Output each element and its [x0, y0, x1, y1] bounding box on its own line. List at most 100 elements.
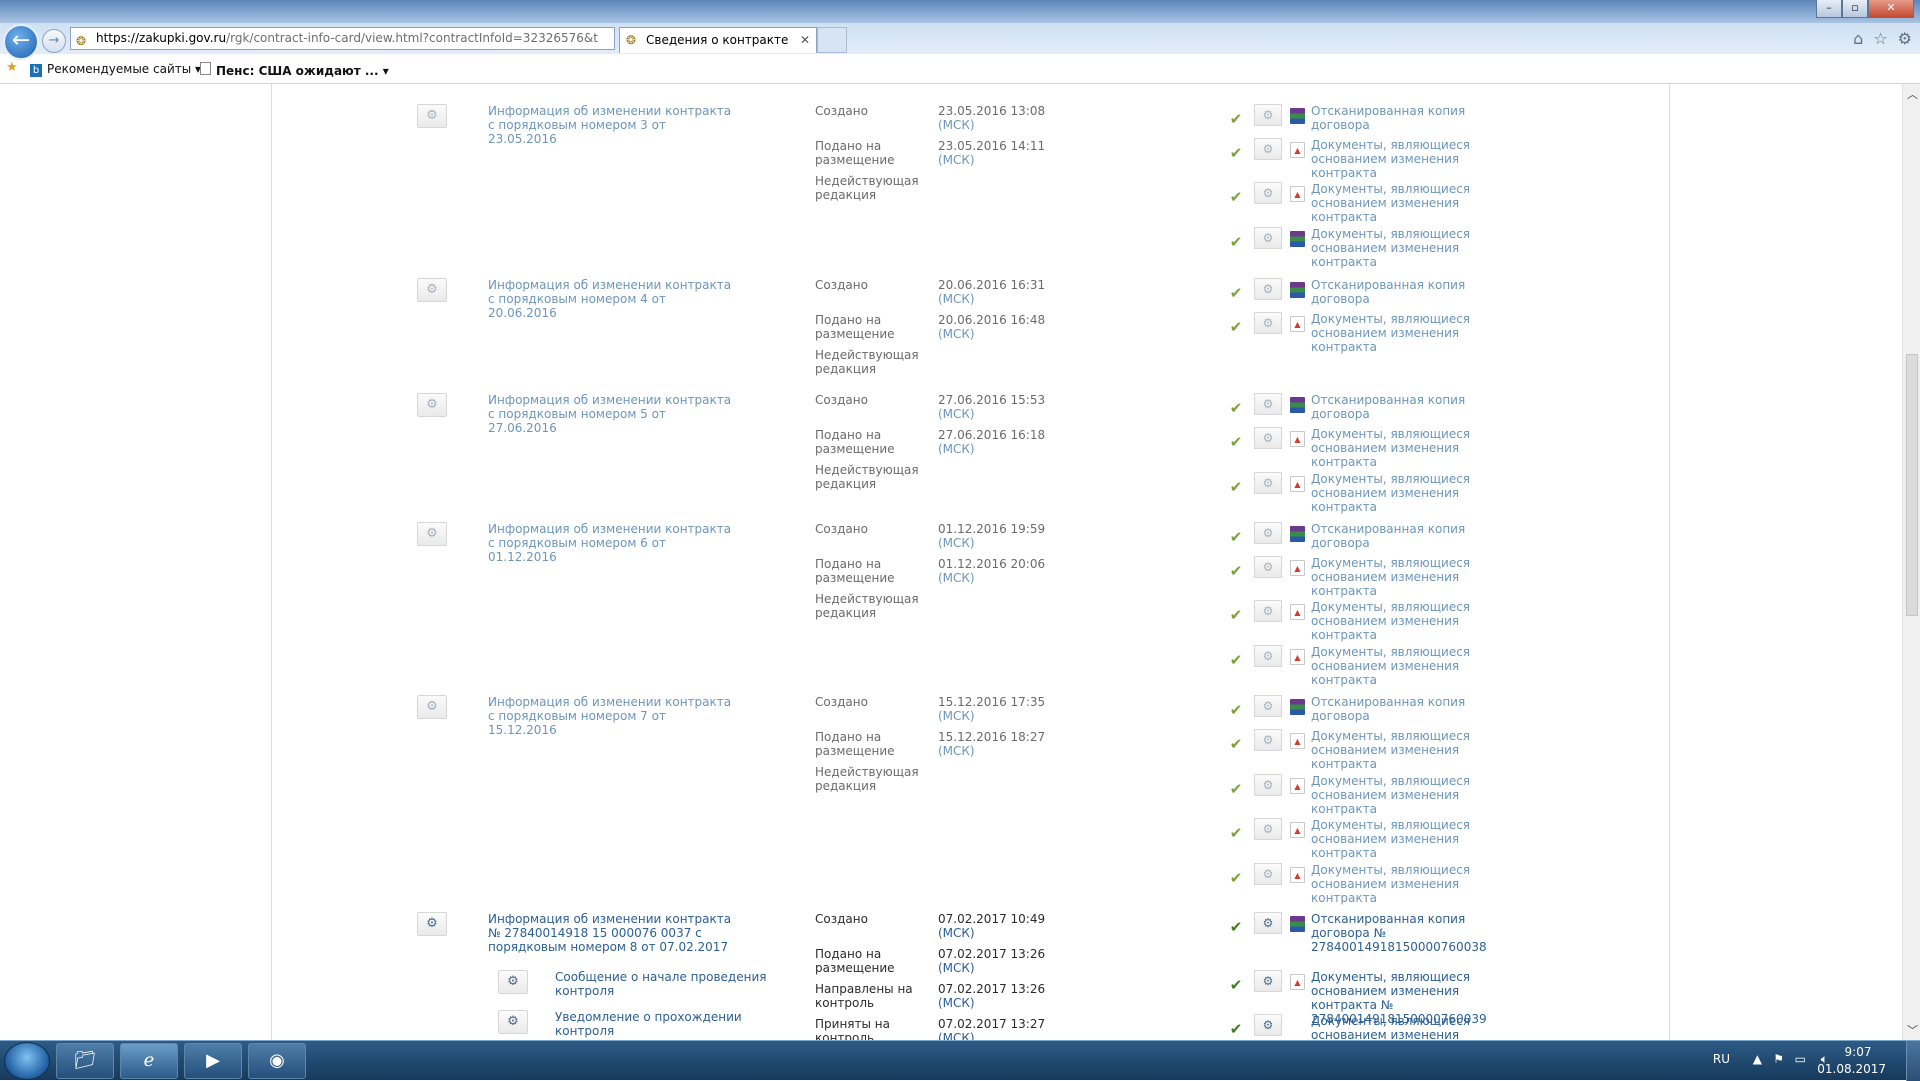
tab-close-icon[interactable]: ✕ — [800, 28, 810, 52]
document-signature-icon[interactable]: ⚙ — [1254, 1014, 1282, 1036]
control-message-link[interactable]: Уведомление о прохождении контроля — [555, 1010, 775, 1038]
clock-date[interactable]: 01.08.2017 — [1817, 1062, 1886, 1076]
favorites-bar: ★ b Рекомендуемые сайты ▾ Пенс: США ожида… — [0, 54, 1920, 84]
change-info-link[interactable]: Информация об изменении контракта с поря… — [488, 522, 738, 564]
timezone-value: (МСК) — [938, 536, 975, 550]
start-button[interactable] — [4, 1042, 50, 1080]
signed-check-icon: ✔ — [1229, 780, 1243, 798]
document-link[interactable]: Документы, являющиеся основанием изменен… — [1311, 645, 1471, 687]
document-signature-icon[interactable]: ⚙ — [1254, 774, 1282, 796]
taskbar-internet-explorer[interactable]: ℯ — [120, 1043, 178, 1079]
language-indicator[interactable]: RU — [1713, 1052, 1730, 1066]
document-signature-icon[interactable]: ⚙ — [1254, 863, 1282, 885]
control-message-link[interactable]: Сообщение о начале проведения контроля — [555, 970, 775, 998]
document-signature-icon[interactable]: ⚙ — [1254, 472, 1282, 494]
signed-check-icon: ✔ — [1229, 144, 1243, 162]
vertical-scrollbar[interactable]: ︿ ﹀ — [1902, 84, 1920, 1040]
document-link[interactable]: Документы, являющиеся основанием изменен… — [1311, 472, 1471, 514]
document-signature-icon[interactable]: ⚙ — [1254, 600, 1282, 622]
favorite-link-news[interactable]: Пенс: США ожидают ... ▾ — [200, 62, 389, 78]
taskbar-media-player[interactable]: ▶ — [184, 1043, 242, 1079]
status-date: 20.06.2016 16:31 (МСК) — [938, 278, 1098, 306]
document-signature-icon[interactable]: ⚙ — [1254, 138, 1282, 160]
action-center-flag-icon[interactable]: ⚑ — [1773, 1052, 1784, 1066]
scrollbar-thumb[interactable] — [1906, 354, 1918, 616]
document-signature-icon[interactable]: ⚙ — [1254, 970, 1282, 992]
favorite-label: Рекомендуемые сайты — [47, 62, 192, 76]
chrome-icon: ◉ — [269, 1050, 285, 1071]
status-date: 07.02.2017 13:27 (МСК) — [938, 1017, 1098, 1040]
document-link[interactable]: Документы, являющиеся основанием изменен… — [1311, 818, 1471, 860]
status-label: Приняты на контроль — [815, 1017, 890, 1040]
document-link[interactable]: Отсканированная копия договора — [1311, 278, 1471, 306]
home-icon[interactable]: ⌂ — [1853, 29, 1863, 48]
document-link[interactable]: Документы, являющиеся основанием изменен… — [1311, 556, 1471, 598]
document-signature-icon[interactable]: ⚙ — [1254, 182, 1282, 204]
clock-time[interactable]: 9:07 — [1836, 1045, 1880, 1059]
address-bar[interactable]: ❂ https://zakupki.gov.ru/rgk/contract-in… — [70, 27, 615, 50]
document-link[interactable]: Документы, являющиеся основанием изменен… — [1311, 312, 1471, 354]
signed-check-icon: ✔ — [1229, 528, 1243, 546]
document-signature-icon[interactable]: ⚙ — [1254, 393, 1282, 415]
document-link[interactable]: Документы, являющиеся основанием изменен… — [1311, 227, 1471, 269]
taskbar-chrome[interactable]: ◉ — [248, 1043, 306, 1079]
new-tab-button[interactable] — [817, 27, 847, 53]
signed-check-icon: ✔ — [1229, 478, 1243, 496]
document-link[interactable]: Отсканированная копия договора — [1311, 695, 1471, 723]
status-date: 27.06.2016 16:18 (МСК) — [938, 428, 1098, 456]
document-signature-icon[interactable]: ⚙ — [1254, 312, 1282, 334]
tray-expand-icon[interactable]: ▲ — [1753, 1052, 1762, 1066]
document-signature-icon[interactable]: ⚙ — [1254, 522, 1282, 544]
document-signature-icon[interactable]: ⚙ — [1254, 645, 1282, 667]
forward-button[interactable]: → — [42, 29, 66, 53]
document-link[interactable]: Документы, являющиеся основанием изменен… — [1311, 138, 1471, 180]
minimize-button[interactable]: – — [1816, 0, 1842, 18]
document-link[interactable]: Документы, являющиеся основанием изменен… — [1311, 427, 1471, 469]
document-link[interactable]: Документы, являющиеся основанием изменен… — [1311, 774, 1471, 816]
back-button[interactable]: ← — [3, 24, 39, 60]
favorites-star-icon[interactable]: ☆ — [1873, 29, 1887, 48]
maximize-button[interactable]: ▫ — [1842, 0, 1868, 18]
status-label: Недействующая редакция — [815, 592, 919, 620]
network-icon[interactable]: ▭ — [1795, 1052, 1806, 1066]
document-signature-icon[interactable]: ⚙ — [1254, 104, 1282, 126]
timezone-value: (МСК) — [938, 709, 975, 723]
date-value: 27.06.2016 16:18 — [938, 428, 1046, 442]
document-link[interactable]: Документы, являющиеся основанием изменен… — [1311, 863, 1471, 905]
document-signature-icon[interactable]: ⚙ — [1254, 695, 1282, 717]
document-link[interactable]: Отсканированная копия договора — [1311, 393, 1471, 421]
document-link[interactable]: Отсканированная копия договора — [1311, 104, 1471, 132]
change-info-link[interactable]: Информация об изменении контракта № 2784… — [488, 912, 738, 954]
document-signature-icon[interactable]: ⚙ — [1254, 912, 1282, 934]
document-link[interactable]: Документы, являющиеся основанием изменен… — [1311, 182, 1471, 224]
url-path: /rgk/contract-info-card/view.html?contra… — [226, 31, 598, 45]
document-link[interactable]: Отсканированная копия договора — [1311, 522, 1471, 550]
favorites-add-icon[interactable]: ★ — [6, 60, 18, 75]
document-link[interactable]: Отсканированная копия договора № 2784001… — [1311, 912, 1487, 954]
scroll-up-icon[interactable]: ︿ — [1907, 86, 1918, 102]
change-info-link[interactable]: Информация об изменении контракта с поря… — [488, 695, 738, 737]
document-signature-icon[interactable]: ⚙ — [1254, 278, 1282, 300]
change-info-link[interactable]: Информация об изменении контракта с поря… — [488, 278, 738, 320]
change-info-link[interactable]: Информация об изменении контракта с поря… — [488, 104, 738, 146]
close-window-button[interactable]: ✕ — [1868, 0, 1914, 18]
document-signature-icon[interactable]: ⚙ — [1254, 729, 1282, 751]
document-signature-icon[interactable]: ⚙ — [1254, 427, 1282, 449]
document-link[interactable]: Документы, являющиеся основанием изменен… — [1311, 729, 1471, 771]
gear-icon[interactable]: ⚙ — [1898, 29, 1912, 48]
document-signature-icon[interactable]: ⚙ — [1254, 556, 1282, 578]
document-signature-icon[interactable]: ⚙ — [1254, 227, 1282, 249]
tab-contract-info[interactable]: ❂ Сведения о контракте ✕ — [619, 27, 817, 53]
document-link[interactable]: Документы, являющиеся основанием изменен… — [1311, 1014, 1471, 1040]
document-link[interactable]: Документы, являющиеся основанием изменен… — [1311, 600, 1471, 642]
change-info-link[interactable]: Информация об изменении контракта с поря… — [488, 393, 738, 435]
archive-file-icon — [1290, 231, 1305, 247]
scroll-down-icon[interactable]: ﹀ — [1907, 1022, 1918, 1038]
show-desktop-button[interactable] — [1906, 1041, 1920, 1081]
taskbar-explorer[interactable]: 📁︎ — [56, 1043, 114, 1079]
favorite-link-recommended[interactable]: b Рекомендуемые сайты ▾ — [30, 62, 201, 77]
document-signature-icon[interactable]: ⚙ — [1254, 818, 1282, 840]
status-label: Недействующая редакция — [815, 174, 919, 202]
date-value: 07.02.2017 13:26 — [938, 947, 1046, 961]
date-value: 20.06.2016 16:31 — [938, 278, 1046, 292]
